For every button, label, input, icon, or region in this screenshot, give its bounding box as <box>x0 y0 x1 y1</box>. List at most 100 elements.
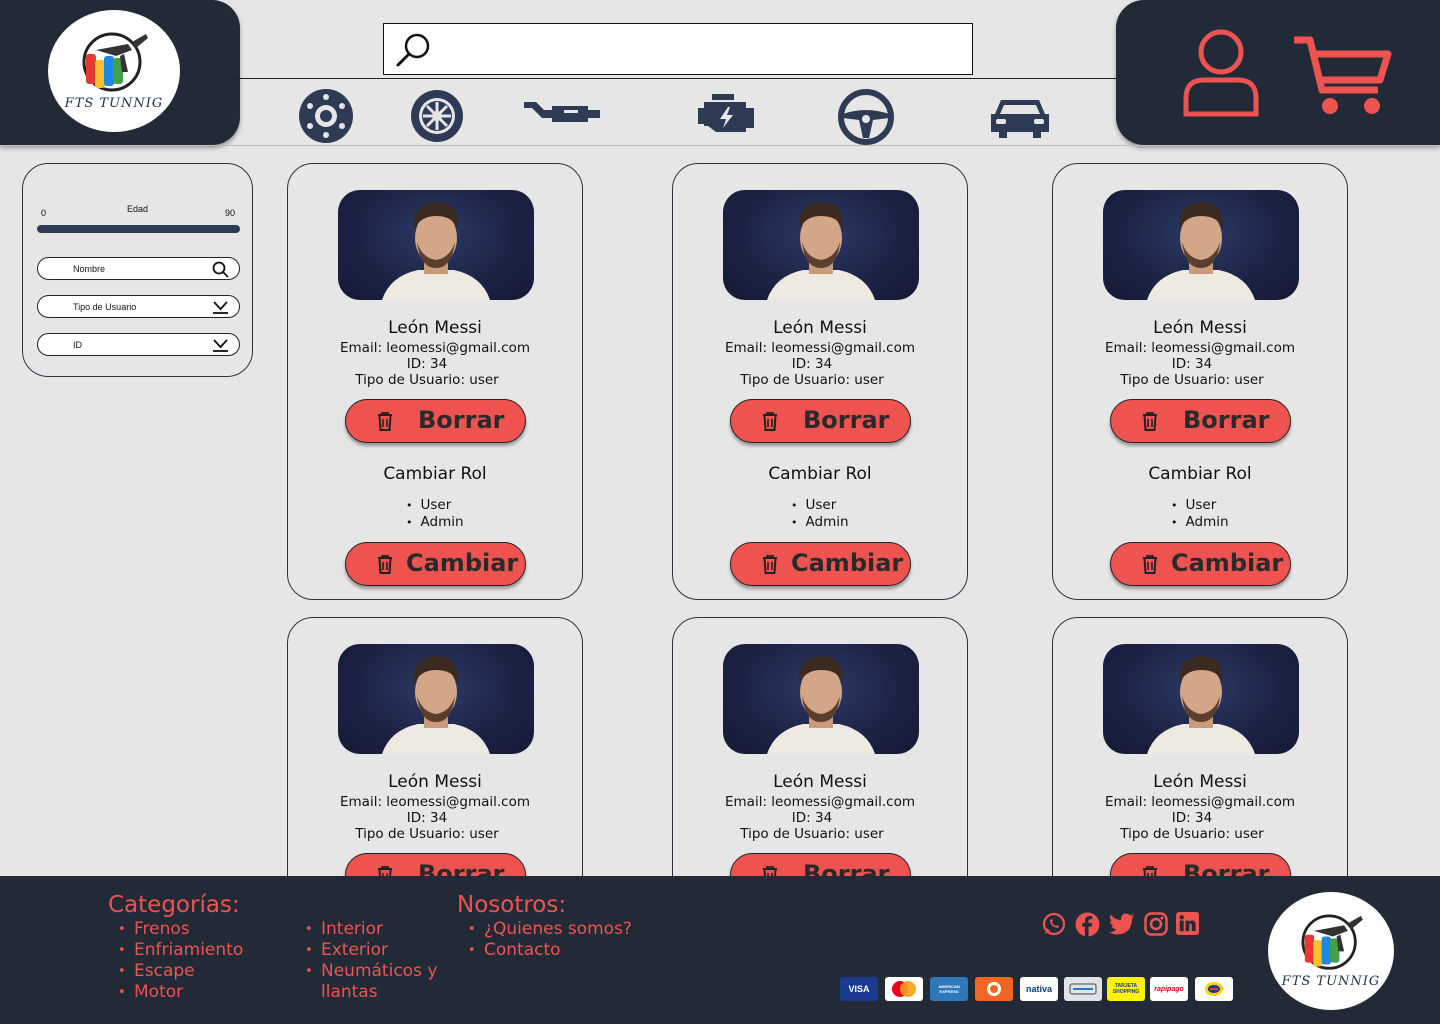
id-filter-label: ID <box>73 340 82 350</box>
twitter-icon[interactable] <box>1109 912 1135 941</box>
engine-icon[interactable] <box>698 92 758 141</box>
user-avatar <box>338 190 534 300</box>
footer-link-enfriamiento[interactable]: Enfriamiento <box>108 940 243 961</box>
amex-logo: AMERICAN EXPRESS <box>930 977 968 1001</box>
steering-wheel-icon[interactable] <box>837 88 895 151</box>
spray-gun-logo-icon <box>82 32 148 91</box>
delete-button[interactable]: Borrar <box>345 399 526 443</box>
footer-link-motor[interactable]: Motor <box>108 982 243 1003</box>
age-range-slider[interactable] <box>37 225 240 233</box>
user-avatar <box>1103 644 1299 754</box>
user-name: León Messi <box>388 318 482 338</box>
trash-icon <box>760 411 780 436</box>
whatsapp-icon[interactable] <box>1042 912 1066 941</box>
user-id: ID: 34 <box>406 810 448 826</box>
age-min: 0 <box>41 208 47 218</box>
role-option-admin[interactable]: Admin <box>791 514 849 531</box>
role-option-user[interactable]: User <box>1171 497 1229 514</box>
change-role-button[interactable]: Cambiar <box>730 542 911 586</box>
user-email: Email: leomessi@gmail.com <box>1104 340 1295 356</box>
name-filter-field[interactable]: Nombre <box>37 257 240 280</box>
header-divider <box>230 78 1116 79</box>
change-role-button-label: Cambiar <box>1171 549 1284 577</box>
trash-icon <box>760 554 780 579</box>
footer-link-contacto[interactable]: Contacto <box>458 940 632 961</box>
footer-link-escape[interactable]: Escape <box>108 961 243 982</box>
instagram-icon[interactable] <box>1144 912 1168 941</box>
account-panel <box>1116 0 1440 145</box>
naranja-logo <box>975 977 1013 1001</box>
delete-button-label: Borrar <box>1183 406 1270 434</box>
header-bottom-border <box>0 145 1440 146</box>
chevron-down-icon[interactable] <box>212 337 229 355</box>
user-card: León Messi Email: leomessi@gmail.com ID: 3… <box>672 163 968 600</box>
user-card: León Messi Email: leomessi@gmail.com ID: 3… <box>287 163 583 600</box>
delete-button[interactable]: Borrar <box>1110 399 1291 443</box>
pagofacil-logo <box>1195 977 1233 1001</box>
delete-button-label: Borrar <box>803 406 890 434</box>
trash-icon <box>375 411 395 436</box>
change-role-title: Cambiar Rol <box>383 464 487 484</box>
change-role-button[interactable]: Cambiar <box>345 542 526 586</box>
mastercard-logo <box>885 977 923 1001</box>
brand-logo[interactable]: FTS TUNNIG <box>48 10 180 132</box>
user-email: Email: leomessi@gmail.com <box>339 794 530 810</box>
search-bar[interactable] <box>383 23 973 75</box>
car-icon[interactable] <box>989 96 1051 145</box>
footer-link-interior[interactable]: Interior <box>295 919 455 940</box>
footer-link-neumaticos[interactable]: Neumáticos y llantas <box>295 961 455 1003</box>
role-options: UserAdmin <box>791 497 849 531</box>
tarjeta-shopping-logo: TARJETA SHOPPING <box>1107 977 1145 1001</box>
user-name: León Messi <box>773 772 867 792</box>
user-type: Tipo de Usuario: user <box>1120 372 1264 388</box>
delete-button[interactable]: Borrar <box>730 399 911 443</box>
chevron-down-icon[interactable] <box>212 299 229 317</box>
search-icon[interactable] <box>394 30 434 75</box>
user-type: Tipo de Usuario: user <box>740 372 884 388</box>
name-filter-label: Nombre <box>73 264 106 274</box>
brake-disc-icon[interactable] <box>297 88 355 149</box>
change-role-button[interactable]: Cambiar <box>1110 542 1291 586</box>
user-id: ID: 34 <box>1171 356 1213 372</box>
rapipago-logo: rapipago <box>1150 977 1188 1001</box>
trash-icon <box>375 554 395 579</box>
linkedin-icon[interactable] <box>1176 912 1199 940</box>
footer-brand-logo[interactable]: FTS TUNNIG <box>1268 892 1394 1010</box>
role-option-user[interactable]: User <box>406 497 464 514</box>
footer-about-title: Nosotros: <box>457 892 567 918</box>
user-type-filter-label: Tipo de Usuario <box>73 302 137 312</box>
user-icon[interactable] <box>1182 28 1260 123</box>
exhaust-icon[interactable] <box>522 96 602 137</box>
user-avatar <box>1103 190 1299 300</box>
search-input[interactable] <box>440 32 960 66</box>
footer-categories-list-1: Frenos Enfriamiento Escape Motor <box>108 919 243 1003</box>
user-id: ID: 34 <box>791 356 833 372</box>
cart-icon[interactable] <box>1292 34 1392 123</box>
user-type: Tipo de Usuario: user <box>355 372 499 388</box>
user-type-filter-select[interactable]: Tipo de Usuario <box>37 295 240 318</box>
footer-link-frenos[interactable]: Frenos <box>108 919 243 940</box>
role-options: UserAdmin <box>406 497 464 531</box>
role-option-user[interactable]: User <box>791 497 849 514</box>
id-filter-select[interactable]: ID <box>37 333 240 356</box>
role-options: UserAdmin <box>1171 497 1229 531</box>
user-name: León Messi <box>1153 318 1247 338</box>
user-avatar <box>723 644 919 754</box>
user-email: Email: leomessi@gmail.com <box>1104 794 1295 810</box>
user-id: ID: 34 <box>791 810 833 826</box>
footer-categories-list-2: Interior Exterior Neumáticos y llantas <box>295 919 455 1003</box>
footer-categories-title: Categorías: <box>108 892 240 918</box>
footer-link-quienes-somos[interactable]: ¿Quienes somos? <box>458 919 632 940</box>
cabal-logo <box>1064 977 1102 1001</box>
role-option-admin[interactable]: Admin <box>1171 514 1229 531</box>
footer-link-exterior[interactable]: Exterior <box>295 940 455 961</box>
spray-gun-logo-icon <box>1301 913 1363 970</box>
delete-button-label: Borrar <box>418 406 505 434</box>
search-icon[interactable] <box>212 261 229 280</box>
wheel-icon[interactable] <box>409 88 465 149</box>
role-option-admin[interactable]: Admin <box>406 514 464 531</box>
user-type: Tipo de Usuario: user <box>355 826 499 842</box>
user-avatar <box>338 644 534 754</box>
user-avatar <box>723 190 919 300</box>
facebook-icon[interactable] <box>1075 912 1100 942</box>
